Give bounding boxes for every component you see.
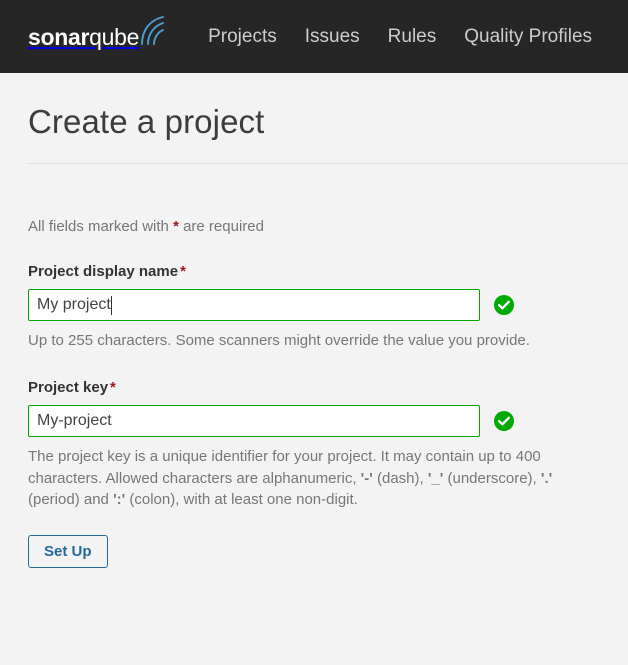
required-asterisk: * [180, 263, 186, 280]
help-part-3: (underscore), [443, 469, 541, 487]
nav-link-issues[interactable]: Issues [291, 26, 374, 48]
label-project-display-name: Project display name * [28, 263, 600, 280]
help-part-2: (dash), [372, 469, 428, 487]
brand-text: sonarqube [28, 26, 139, 49]
label-text: Project display name [28, 263, 179, 280]
help-char-underscore: '_' [427, 469, 444, 487]
brand-name-light: qube [89, 24, 140, 50]
label-project-key: Project key * [28, 379, 600, 396]
project-key-input[interactable]: My-project [28, 405, 480, 438]
help-part-5: (colon), with at least one non-digit. [125, 490, 358, 508]
input-row-display-name: My project [28, 289, 600, 321]
help-text-display-name: Up to 255 characters. Some scanners migh… [28, 332, 530, 349]
sonar-wave-arcs-icon [140, 15, 166, 46]
field-project-display-name: Project display name * My project Up to 2… [28, 235, 600, 351]
form-actions: Set Up [28, 510, 600, 569]
required-note-after: are required [178, 218, 264, 235]
label-text: Project key [28, 379, 109, 397]
input-row-project-key: My-project [28, 405, 600, 438]
valid-check-icon-display-name [494, 295, 514, 315]
project-display-name-input[interactable]: My project [28, 289, 480, 321]
main-nav-links: Projects Issues Rules Quality Profiles [194, 26, 606, 48]
brand-name-bold: sonar [28, 24, 90, 50]
help-char-colon: ':' [113, 490, 126, 508]
help-char-period: '.' [540, 469, 553, 487]
sonarqube-logo[interactable]: sonarqube [28, 15, 166, 52]
help-char-dash: '-' [360, 469, 373, 487]
required-fields-note: All fields marked with * are required [28, 164, 600, 235]
help-text-project-key: The project key is a unique identifier f… [28, 446, 600, 510]
field-project-key: Project key * My-project The project key … [28, 351, 600, 510]
required-asterisk: * [110, 379, 116, 397]
nav-link-quality-profiles[interactable]: Quality Profiles [450, 26, 606, 48]
valid-check-icon-project-key [494, 411, 514, 432]
page-title: Create a project [28, 103, 265, 140]
create-project-page: Create a project All fields marked with … [0, 73, 628, 569]
nav-link-projects[interactable]: Projects [194, 26, 291, 48]
set-up-button[interactable]: Set Up [28, 535, 108, 569]
input-value-display-name: My project [37, 296, 111, 313]
help-part-4: (period) and [28, 490, 114, 508]
text-caret [110, 295, 112, 315]
required-note-before: All fields marked with [28, 218, 174, 235]
nav-link-rules[interactable]: Rules [374, 26, 451, 48]
top-navigation-bar: sonarqube Projects Issues Rules Quality … [0, 0, 628, 73]
input-value-project-key: My-project [37, 412, 112, 430]
